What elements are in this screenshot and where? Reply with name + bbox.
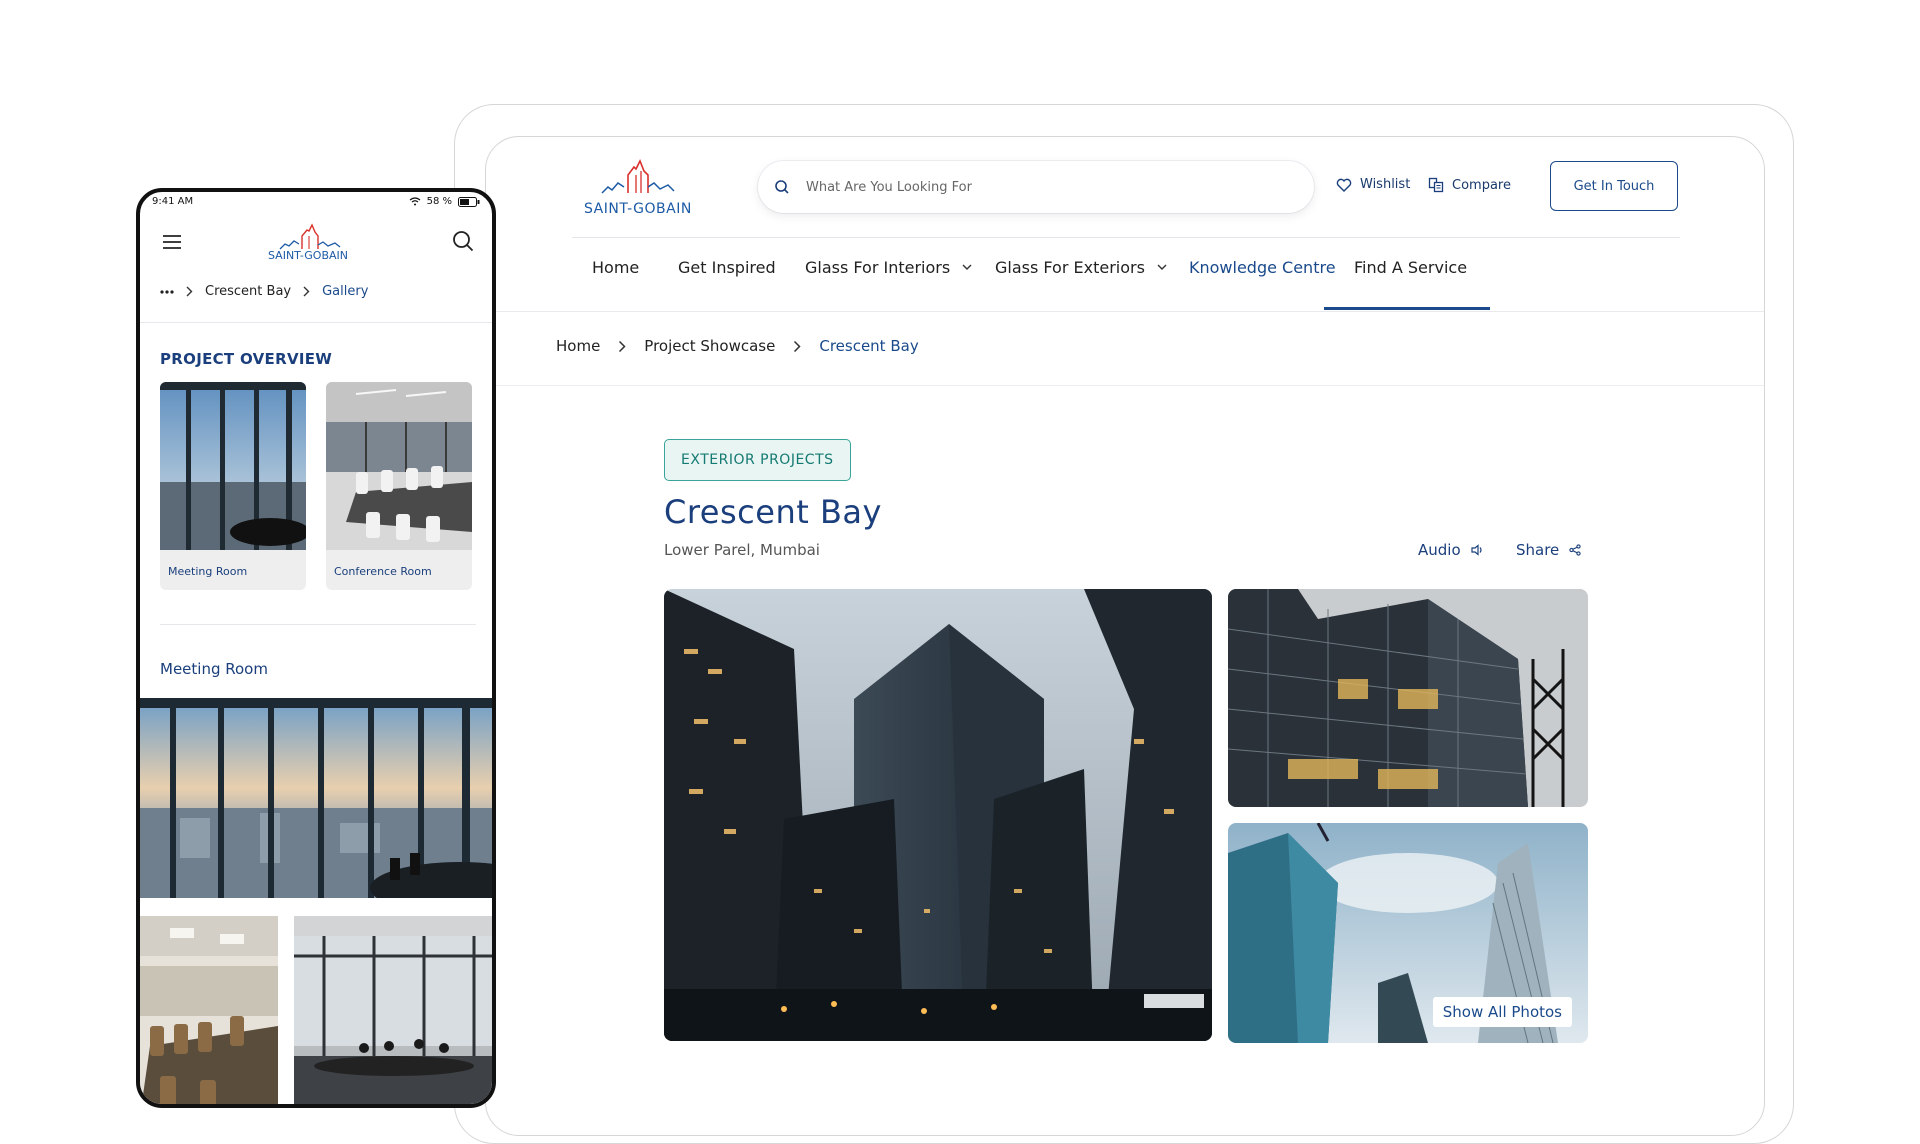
chevron-right-icon	[793, 340, 801, 353]
chevron-down-icon	[962, 264, 972, 270]
nav-glass-interiors[interactable]: Glass For Interiors	[805, 237, 972, 297]
nav-knowledge-centre[interactable]: Knowledge Centre	[1189, 237, 1336, 297]
nav-knowledge-centre-label: Knowledge Centre	[1189, 257, 1336, 277]
breadcrumb: Home Project Showcase Crescent Bay	[556, 333, 919, 359]
chevron-down-icon	[1157, 264, 1167, 270]
speaker-icon	[1471, 544, 1482, 556]
nav-home[interactable]: Home	[592, 237, 639, 297]
compare-icon	[1428, 177, 1444, 193]
nav-active-indicator	[1324, 307, 1490, 310]
side-photo-top[interactable]	[1228, 589, 1588, 807]
phone-brand-name: SAINT-GOBAIN	[268, 249, 348, 262]
phone-breadcrumb-project[interactable]: Crescent Bay	[205, 284, 291, 299]
meeting-room-thumb	[160, 382, 306, 550]
share-label: Share	[1516, 541, 1560, 559]
phone-divider	[140, 322, 492, 323]
phone-divider	[160, 624, 476, 625]
project-location: Lower Parel, Mumbai	[664, 541, 820, 559]
nav-divider	[486, 311, 1764, 312]
phone-breadcrumb: Crescent Bay Gallery	[160, 284, 368, 299]
audio-button[interactable]: Audio	[1418, 541, 1485, 559]
side-photo-bottom[interactable]: Show All Photos	[1228, 823, 1588, 1043]
nav-find-service[interactable]: Find A Service	[1354, 237, 1467, 297]
compare-link[interactable]: Compare	[1428, 177, 1511, 193]
project-title: Crescent Bay	[664, 493, 882, 531]
gallery-photo-1[interactable]	[140, 916, 278, 1104]
search-icon[interactable]	[452, 230, 474, 256]
show-all-photos-button[interactable]: Show All Photos	[1432, 997, 1572, 1027]
skyscraper-photo	[664, 589, 1212, 1041]
search-input[interactable]	[804, 178, 1268, 196]
breadcrumb-project-showcase[interactable]: Project Showcase	[644, 337, 775, 355]
phone-brand-logo[interactable]: SAINT-GOBAIN	[268, 222, 364, 262]
nav-get-inspired[interactable]: Get Inspired	[678, 237, 776, 297]
glass-building-photo	[1228, 589, 1588, 807]
brand-logo[interactable]: SAINT-GOBAIN	[584, 157, 704, 217]
phone-mockup: 9:41 AM 58 % SAINT-GOBAIN Crescent Bay G…	[136, 188, 496, 1108]
hamburger-menu-icon[interactable]	[162, 234, 182, 254]
nav-get-inspired-label: Get Inspired	[678, 257, 776, 277]
audio-label: Audio	[1418, 541, 1461, 559]
project-overview-heading: PROJECT OVERVIEW	[160, 350, 333, 368]
battery-icon	[458, 196, 480, 207]
status-bar: 9:41 AM 58 %	[148, 194, 484, 210]
chevron-right-icon	[186, 286, 193, 297]
share-button[interactable]: Share	[1516, 541, 1581, 559]
status-right: 58 %	[409, 196, 480, 207]
conference-room-thumb	[326, 382, 472, 550]
breadcrumb-current: Crescent Bay	[819, 337, 919, 355]
category-badge: EXTERIOR PROJECTS	[664, 439, 851, 481]
logo-skyline-icon	[279, 223, 341, 250]
card-caption: Conference Room	[334, 565, 432, 578]
get-in-touch-button[interactable]: Get In Touch	[1550, 161, 1678, 211]
meeting-room-heading: Meeting Room	[160, 660, 268, 678]
chevron-right-icon	[303, 286, 310, 297]
phone-breadcrumb-current: Gallery	[322, 284, 369, 299]
search-bar[interactable]	[758, 161, 1314, 213]
main-photo[interactable]	[664, 589, 1212, 1041]
nav-glass-interiors-label: Glass For Interiors	[805, 257, 951, 277]
overview-card-conference-room[interactable]: Conference Room	[326, 382, 472, 590]
breadcrumb-home[interactable]: Home	[556, 337, 600, 355]
overview-card-meeting-room[interactable]: Meeting Room	[160, 382, 306, 590]
compare-label: Compare	[1452, 177, 1511, 193]
card-caption: Meeting Room	[168, 565, 248, 578]
nav-glass-exteriors[interactable]: Glass For Exteriors	[995, 237, 1167, 297]
wishlist-link[interactable]: Wishlist	[1336, 177, 1410, 192]
desktop-screen: SAINT-GOBAIN Wishlist Compare Get In Tou…	[485, 136, 1765, 1136]
share-icon	[1569, 544, 1581, 556]
logo-skyline-icon	[601, 159, 675, 194]
search-icon	[775, 180, 789, 194]
nav-home-label: Home	[592, 257, 640, 277]
nav-glass-exteriors-label: Glass For Exteriors	[995, 257, 1145, 277]
breadcrumb-divider	[486, 385, 1764, 386]
wishlist-label: Wishlist	[1360, 177, 1411, 192]
battery-percent: 58 %	[426, 196, 452, 207]
chevron-right-icon	[618, 340, 626, 353]
heart-icon	[1336, 178, 1352, 192]
main-nav: Home Get Inspired Glass For Interiors Gl…	[572, 237, 1680, 297]
wifi-icon	[409, 197, 420, 206]
status-time: 9:41 AM	[152, 196, 194, 207]
meeting-room-hero-photo[interactable]	[140, 698, 492, 898]
nav-find-service-label: Find A Service	[1354, 257, 1468, 277]
gallery-photo-2[interactable]	[294, 916, 492, 1104]
more-dots-icon[interactable]	[160, 289, 174, 294]
brand-name: SAINT-GOBAIN	[584, 201, 692, 217]
